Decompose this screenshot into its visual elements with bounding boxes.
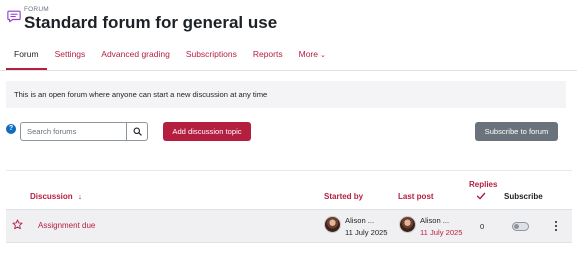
subscribe-forum-button[interactable]: Subscribe to forum [475, 122, 558, 141]
sort-desc-icon: ↓ [77, 192, 82, 201]
replies-count: 0 [480, 222, 485, 231]
discussion-title-link[interactable]: Assignment due [38, 221, 95, 230]
discussion-column-header[interactable]: Discussion ↓ [30, 192, 82, 201]
help-icon[interactable]: ? [6, 124, 16, 134]
last-post-date-link[interactable]: 11 July 2025 [420, 228, 463, 237]
forum-icon [7, 10, 21, 23]
star-icon[interactable] [12, 219, 23, 230]
more-actions-icon[interactable] [553, 220, 559, 232]
add-discussion-button[interactable]: Add discussion topic [163, 122, 251, 141]
tab-settings-label: Settings [54, 49, 86, 59]
tab-advanced-grading[interactable]: Advanced grading [93, 44, 178, 70]
subscribe-toggle[interactable] [512, 222, 529, 231]
search-box [20, 122, 148, 141]
page-title: Standard forum for general use [24, 13, 278, 32]
search-input[interactable] [21, 123, 126, 140]
avatar[interactable] [399, 216, 416, 233]
last-post-name[interactable]: Alison ... [420, 216, 449, 225]
tab-reports[interactable]: Reports [245, 44, 291, 70]
tabs-divider [0, 70, 577, 71]
tab-forum-label: Forum [14, 49, 39, 59]
tab-more-label: More [298, 49, 318, 59]
started-by-name[interactable]: Alison ... [345, 216, 374, 225]
tab-reports-label: Reports [252, 49, 283, 59]
search-icon [133, 127, 142, 136]
discussion-header-label: Discussion [30, 192, 73, 201]
check-icon [476, 192, 486, 200]
started-by-column-header[interactable]: Started by [324, 192, 363, 201]
subscribe-column-header: Subscribe [504, 192, 543, 201]
tab-more[interactable]: More ⌄ [291, 44, 334, 70]
tab-settings[interactable]: Settings [47, 44, 94, 70]
section-divider [6, 170, 572, 171]
started-by-date: 11 July 2025 [345, 228, 388, 237]
secondary-navigation: Forum Settings Advanced grading Subscrip… [6, 44, 334, 70]
forum-intro: This is an open forum where anyone can s… [6, 81, 566, 108]
replies-column-header[interactable]: Replies [469, 180, 497, 189]
tab-advanced-grading-label: Advanced grading [101, 49, 170, 59]
page-kicker: FORUM [24, 6, 49, 13]
tab-subscriptions-label: Subscriptions [185, 49, 237, 59]
tab-subscriptions[interactable]: Subscriptions [178, 44, 245, 70]
chevron-down-icon: ⌄ [319, 52, 326, 59]
avatar[interactable] [324, 216, 341, 233]
toggle-knob [514, 224, 519, 229]
last-post-column-header[interactable]: Last post [398, 192, 434, 201]
search-button[interactable] [126, 123, 147, 140]
tab-forum[interactable]: Forum [6, 44, 47, 70]
